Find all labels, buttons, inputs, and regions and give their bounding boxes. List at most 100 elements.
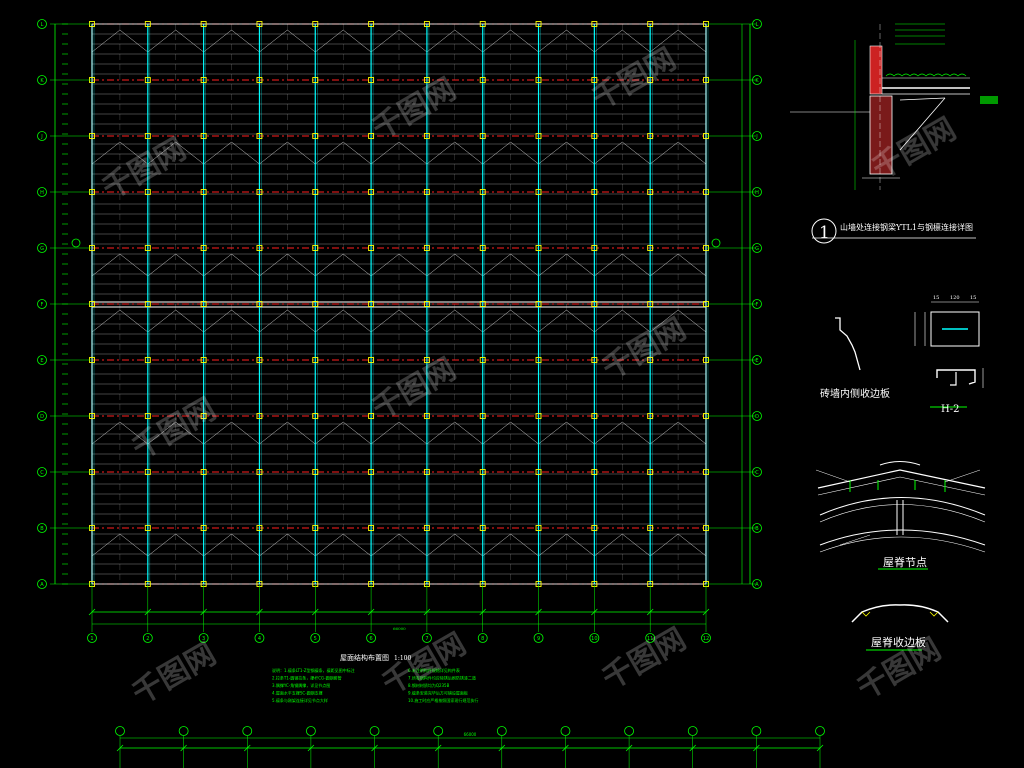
brace [566,309,595,333]
column-axis-label: 10 [591,636,597,642]
brace [538,309,567,333]
brace [482,309,511,333]
column-axis-label: 6 [369,636,372,642]
brace [482,253,511,277]
brace [510,421,539,445]
green-roof-layer [893,73,903,77]
brace [677,421,707,445]
brace [231,309,260,333]
brace [91,309,121,333]
row-axis-label: K [755,78,759,84]
bracket [899,97,946,101]
brace [426,533,455,557]
row-axis-label: C [755,470,759,476]
brace [119,29,148,53]
column-axis-label: 8 [481,636,484,642]
brace [175,533,204,557]
brace [175,29,204,53]
brace [91,533,121,557]
brace [566,421,595,445]
brace [315,421,344,445]
brace [398,29,428,53]
brace [287,533,316,557]
brace [398,309,428,333]
green-roof-layer [925,73,935,77]
brace [343,141,372,165]
brace [398,253,428,277]
brace [231,29,260,53]
green-roof-layer [941,73,951,77]
strip-axis-bubble [560,726,571,736]
brace [370,253,400,277]
strip-axis-bubble [496,726,507,736]
brace [315,141,344,165]
row-axis-label: E [755,358,758,364]
brace [454,141,483,165]
strip-axis-bubble [624,726,634,736]
brace [119,309,148,333]
detail-ridge-flashing [851,604,949,623]
design-notes: 说明：1.檩条LT1-Z型钢檩条，檩距见图中标注 2.拉条T1-圆钢拉条，撑杆CG… [272,667,478,703]
row-axis-label: H [40,190,44,196]
green-roof-layer [917,73,927,77]
brace [231,253,260,277]
brace [259,421,288,445]
brace [454,309,483,333]
h2-dim-b: 120 [950,295,960,301]
brace [622,141,651,165]
brace [343,309,372,333]
brace [426,29,455,53]
brace [343,253,372,277]
brace [482,29,511,53]
brace [259,141,288,165]
brace [650,533,679,557]
row-axis-label: B [755,526,759,532]
brace [510,29,539,53]
brace [677,533,707,557]
brace [677,253,707,277]
brace [622,421,651,445]
note-line: 3.隅撑YC-角钢隅撑，详见节点图 [272,682,330,688]
brace [147,533,176,557]
brace [594,421,623,445]
brace [426,141,455,165]
brace [622,253,651,277]
detail-3-label: H-2 [941,404,959,415]
brace [287,29,316,53]
row-axis-label: K [40,78,44,84]
strip-axis-bubble [751,726,762,736]
row-axis-label: G [40,246,44,252]
brace [398,141,428,165]
plan-bottom-total: 66000 [393,626,406,631]
brace [343,533,372,557]
watermark: 千图网 [127,637,222,712]
brace [287,141,316,165]
plan-title: 屋面结构布置图 [340,653,389,662]
strip-axis-bubble [306,726,316,736]
brace [538,141,567,165]
column-axis-label: 9 [537,636,540,642]
row-axis-label: J [40,134,42,140]
row-axis-label: D [755,414,759,420]
brace [119,533,148,557]
brace [510,533,539,557]
brace [650,253,679,277]
brace [538,533,567,557]
column-axis-label: 4 [258,636,261,642]
cad-drawing: A AB BC CD DE EF FG GH HJ JK KL L1 2 3 4 5 6 7 8 9 10 11 12 屋面… [37,19,998,768]
brace [566,141,595,165]
brace [426,309,455,333]
brace [231,533,260,557]
brace [287,253,316,277]
brace [650,141,679,165]
brace [203,533,232,557]
watermark-group: 千图网 千图网 千图网 千图网 千图网 千图网 千图网 千图网 千图网 千图网 … [97,42,962,712]
column-axis-label: 12 [703,636,709,642]
brace [677,141,707,165]
brace [91,141,121,165]
brace [259,309,288,333]
strip-axis-bubble [687,726,698,736]
brace [594,29,623,53]
note-line: 4.屋面水平支撑SC-圆钢支撑 [272,690,323,696]
strip-axis-bubble [433,726,444,736]
